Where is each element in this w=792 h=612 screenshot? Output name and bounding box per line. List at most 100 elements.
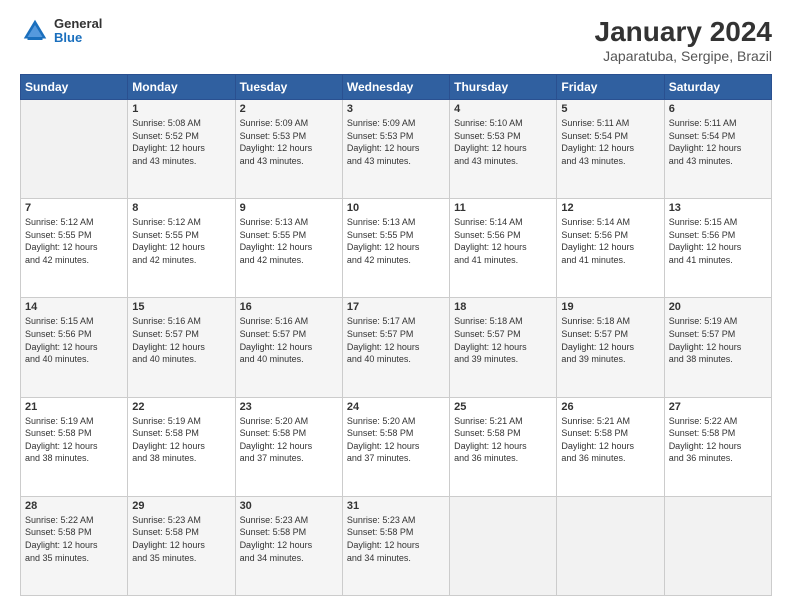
calendar-week-row: 1Sunrise: 5:08 AM Sunset: 5:52 PM Daylig… bbox=[21, 100, 772, 199]
calendar-cell: 4Sunrise: 5:10 AM Sunset: 5:53 PM Daylig… bbox=[450, 100, 557, 199]
day-number: 27 bbox=[669, 401, 767, 413]
day-info: Sunrise: 5:23 AM Sunset: 5:58 PM Dayligh… bbox=[347, 514, 445, 564]
calendar-cell: 28 Sunrise: 5:22 AM Sunset: 5:58 PM Dayli… bbox=[21, 496, 128, 595]
calendar-cell: 3 Sunrise: 5:09 AM Sunset: 5:53 PM Daylig… bbox=[342, 100, 449, 199]
calendar-cell: 8 Sunrise: 5:12 AM Sunset: 5:55 PM Daylig… bbox=[128, 199, 235, 298]
day-number: 15 bbox=[132, 301, 230, 313]
logo-icon bbox=[20, 16, 50, 46]
day-number: 28 bbox=[25, 500, 123, 512]
weekday-header: Thursday bbox=[450, 75, 557, 100]
calendar-cell: 30Sunrise: 5:23 AM Sunset: 5:58 PM Dayli… bbox=[235, 496, 342, 595]
weekday-header: Friday bbox=[557, 75, 664, 100]
calendar-cell: 25Sunrise: 5:21 AM Sunset: 5:58 PM Dayli… bbox=[450, 397, 557, 496]
page: General Blue January 2024 Japaratuba, Se… bbox=[0, 0, 792, 612]
day-info: Sunrise: 5:11 AM Sunset: 5:54 PM Dayligh… bbox=[669, 117, 767, 167]
day-number: 2 bbox=[240, 103, 338, 115]
day-info: Sunrise: 5:15 AM Sunset: 5:56 PM Dayligh… bbox=[669, 216, 767, 266]
calendar-cell: 17Sunrise: 5:17 AM Sunset: 5:57 PM Dayli… bbox=[342, 298, 449, 397]
weekday-row: SundayMondayTuesdayWednesdayThursdayFrid… bbox=[21, 75, 772, 100]
calendar-cell bbox=[664, 496, 771, 595]
day-number: 29 bbox=[132, 500, 230, 512]
calendar-cell: 22Sunrise: 5:19 AM Sunset: 5:58 PM Dayli… bbox=[128, 397, 235, 496]
day-info: Sunrise: 5:13 AM Sunset: 5:55 PM Dayligh… bbox=[240, 216, 338, 266]
day-info: Sunrise: 5:09 AM Sunset: 5:53 PM Dayligh… bbox=[240, 117, 338, 167]
location: Japaratuba, Sergipe, Brazil bbox=[595, 48, 772, 64]
day-info: Sunrise: 5:11 AM Sunset: 5:54 PM Dayligh… bbox=[561, 117, 659, 167]
title-area: January 2024 Japaratuba, Sergipe, Brazil bbox=[595, 16, 772, 64]
header: General Blue January 2024 Japaratuba, Se… bbox=[20, 16, 772, 64]
calendar-cell: 29 Sunrise: 5:23 AM Sunset: 5:58 PM Dayli… bbox=[128, 496, 235, 595]
weekday-header: Sunday bbox=[21, 75, 128, 100]
calendar-cell: 11 Sunrise: 5:14 AM Sunset: 5:56 PM Dayli… bbox=[450, 199, 557, 298]
calendar-table: SundayMondayTuesdayWednesdayThursdayFrid… bbox=[20, 74, 772, 596]
day-number: 20 bbox=[669, 301, 767, 313]
calendar-cell: 23 Sunrise: 5:20 AM Sunset: 5:58 PM Dayli… bbox=[235, 397, 342, 496]
day-number: 13 bbox=[669, 202, 767, 214]
calendar-cell: 20 Sunrise: 5:19 AM Sunset: 5:57 PM Dayli… bbox=[664, 298, 771, 397]
weekday-header: Monday bbox=[128, 75, 235, 100]
day-number: 7 bbox=[25, 202, 123, 214]
calendar-cell: 18 Sunrise: 5:18 AM Sunset: 5:57 PM Dayli… bbox=[450, 298, 557, 397]
calendar-cell bbox=[450, 496, 557, 595]
day-number: 18 bbox=[454, 301, 552, 313]
day-info: Sunrise: 5:16 AM Sunset: 5:57 PM Dayligh… bbox=[240, 315, 338, 365]
calendar-cell: 7 Sunrise: 5:12 AM Sunset: 5:55 PM Daylig… bbox=[21, 199, 128, 298]
day-info: Sunrise: 5:19 AM Sunset: 5:58 PM Dayligh… bbox=[132, 415, 230, 465]
day-info: Sunrise: 5:12 AM Sunset: 5:55 PM Dayligh… bbox=[25, 216, 123, 266]
logo-text: General Blue bbox=[54, 17, 102, 46]
calendar-cell: 13 Sunrise: 5:15 AM Sunset: 5:56 PM Dayli… bbox=[664, 199, 771, 298]
day-number: 23 bbox=[240, 401, 338, 413]
logo-general: General bbox=[54, 17, 102, 31]
calendar-cell: 31 Sunrise: 5:23 AM Sunset: 5:58 PM Dayli… bbox=[342, 496, 449, 595]
day-info: Sunrise: 5:17 AM Sunset: 5:57 PM Dayligh… bbox=[347, 315, 445, 365]
day-number: 24 bbox=[347, 401, 445, 413]
day-number: 14 bbox=[25, 301, 123, 313]
month-title: January 2024 bbox=[595, 16, 772, 48]
weekday-header: Tuesday bbox=[235, 75, 342, 100]
day-info: Sunrise: 5:20 AM Sunset: 5:58 PM Dayligh… bbox=[347, 415, 445, 465]
calendar-cell: 2 Sunrise: 5:09 AM Sunset: 5:53 PM Daylig… bbox=[235, 100, 342, 199]
day-info: Sunrise: 5:19 AM Sunset: 5:58 PM Dayligh… bbox=[25, 415, 123, 465]
day-info: Sunrise: 5:20 AM Sunset: 5:58 PM Dayligh… bbox=[240, 415, 338, 465]
calendar-cell: 9 Sunrise: 5:13 AM Sunset: 5:55 PM Daylig… bbox=[235, 199, 342, 298]
calendar-week-row: 14 Sunrise: 5:15 AM Sunset: 5:56 PM Dayli… bbox=[21, 298, 772, 397]
day-number: 3 bbox=[347, 103, 445, 115]
day-info: Sunrise: 5:09 AM Sunset: 5:53 PM Dayligh… bbox=[347, 117, 445, 167]
day-number: 8 bbox=[132, 202, 230, 214]
calendar-cell: 15Sunrise: 5:16 AM Sunset: 5:57 PM Dayli… bbox=[128, 298, 235, 397]
day-number: 31 bbox=[347, 500, 445, 512]
day-number: 10 bbox=[347, 202, 445, 214]
calendar-cell: 5 Sunrise: 5:11 AM Sunset: 5:54 PM Daylig… bbox=[557, 100, 664, 199]
calendar-cell: 26Sunrise: 5:21 AM Sunset: 5:58 PM Dayli… bbox=[557, 397, 664, 496]
day-info: Sunrise: 5:23 AM Sunset: 5:58 PM Dayligh… bbox=[132, 514, 230, 564]
calendar-cell bbox=[557, 496, 664, 595]
weekday-header: Saturday bbox=[664, 75, 771, 100]
day-info: Sunrise: 5:14 AM Sunset: 5:56 PM Dayligh… bbox=[454, 216, 552, 266]
calendar-cell: 21Sunrise: 5:19 AM Sunset: 5:58 PM Dayli… bbox=[21, 397, 128, 496]
weekday-header: Wednesday bbox=[342, 75, 449, 100]
day-info: Sunrise: 5:21 AM Sunset: 5:58 PM Dayligh… bbox=[454, 415, 552, 465]
calendar-cell: 24 Sunrise: 5:20 AM Sunset: 5:58 PM Dayli… bbox=[342, 397, 449, 496]
day-number: 11 bbox=[454, 202, 552, 214]
day-info: Sunrise: 5:22 AM Sunset: 5:58 PM Dayligh… bbox=[669, 415, 767, 465]
calendar-cell: 6Sunrise: 5:11 AM Sunset: 5:54 PM Daylig… bbox=[664, 100, 771, 199]
day-number: 9 bbox=[240, 202, 338, 214]
day-number: 19 bbox=[561, 301, 659, 313]
calendar-cell: 1Sunrise: 5:08 AM Sunset: 5:52 PM Daylig… bbox=[128, 100, 235, 199]
day-number: 5 bbox=[561, 103, 659, 115]
day-info: Sunrise: 5:22 AM Sunset: 5:58 PM Dayligh… bbox=[25, 514, 123, 564]
calendar-week-row: 7 Sunrise: 5:12 AM Sunset: 5:55 PM Daylig… bbox=[21, 199, 772, 298]
day-info: Sunrise: 5:12 AM Sunset: 5:55 PM Dayligh… bbox=[132, 216, 230, 266]
day-number: 16 bbox=[240, 301, 338, 313]
calendar-week-row: 21Sunrise: 5:19 AM Sunset: 5:58 PM Dayli… bbox=[21, 397, 772, 496]
day-info: Sunrise: 5:19 AM Sunset: 5:57 PM Dayligh… bbox=[669, 315, 767, 365]
day-info: Sunrise: 5:15 AM Sunset: 5:56 PM Dayligh… bbox=[25, 315, 123, 365]
day-info: Sunrise: 5:18 AM Sunset: 5:57 PM Dayligh… bbox=[454, 315, 552, 365]
logo-blue: Blue bbox=[54, 31, 102, 45]
logo: General Blue bbox=[20, 16, 102, 46]
day-info: Sunrise: 5:13 AM Sunset: 5:55 PM Dayligh… bbox=[347, 216, 445, 266]
calendar-week-row: 28 Sunrise: 5:22 AM Sunset: 5:58 PM Dayli… bbox=[21, 496, 772, 595]
day-number: 26 bbox=[561, 401, 659, 413]
calendar-body: 1Sunrise: 5:08 AM Sunset: 5:52 PM Daylig… bbox=[21, 100, 772, 596]
day-info: Sunrise: 5:18 AM Sunset: 5:57 PM Dayligh… bbox=[561, 315, 659, 365]
